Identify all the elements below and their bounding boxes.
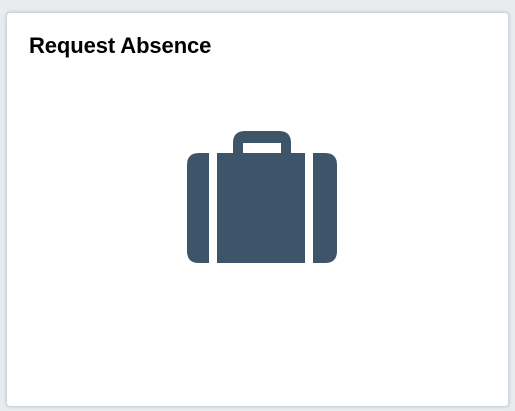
request-absence-tile[interactable]: Request Absence [6,12,509,407]
tile-title: Request Absence [29,33,212,58]
briefcase-icon [185,129,339,263]
